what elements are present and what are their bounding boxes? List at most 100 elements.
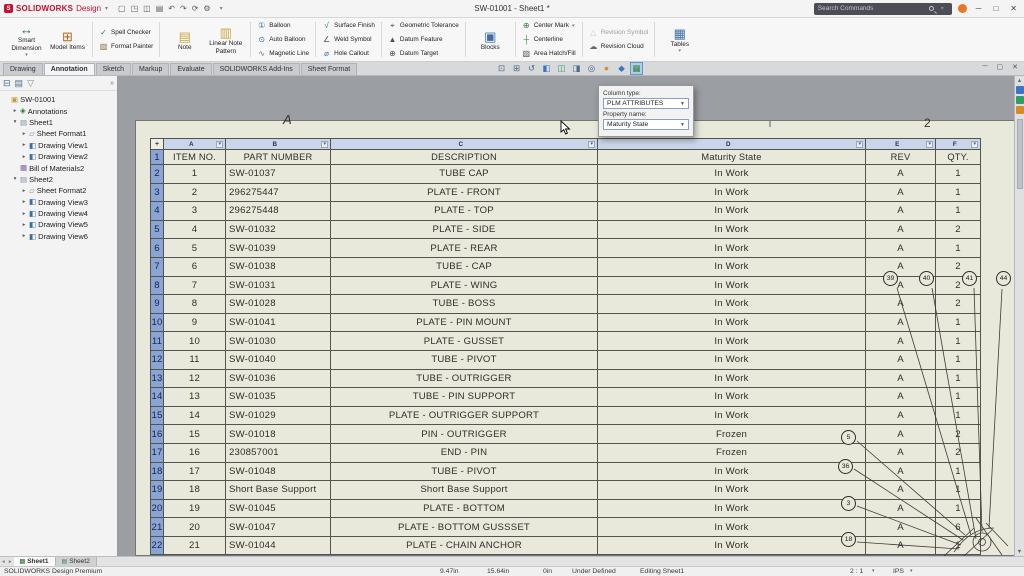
panel-collapse-icon[interactable]: » — [110, 80, 114, 87]
part-number-cell[interactable]: SW-01041 — [226, 314, 331, 333]
scrollbar-thumb[interactable] — [1017, 119, 1023, 189]
part-number-cell[interactable]: SW-01032 — [226, 221, 331, 240]
column-header-f[interactable]: F▾ — [936, 139, 981, 150]
sheet-nav-right-icon[interactable]: ▸ — [7, 559, 14, 565]
property-name-select[interactable]: Maturity State ▼ — [603, 119, 689, 130]
maturity-state-cell[interactable]: In Work — [598, 295, 866, 314]
description-cell[interactable]: TUBE - BOSS — [331, 295, 598, 314]
description-cell[interactable]: TUBE - OUTRIGGER — [331, 370, 598, 389]
qty-cell[interactable]: 1 — [936, 202, 981, 221]
maturity-state-cell[interactable]: In Work — [598, 202, 866, 221]
balloon-3[interactable]: 3 — [841, 496, 856, 511]
item-no-cell[interactable]: 21 — [164, 537, 226, 556]
tree-item-bill-of-materials2[interactable]: ▦Bill of Materials2 — [0, 162, 117, 173]
item-no-cell[interactable]: 8 — [164, 295, 226, 314]
item-no-cell[interactable]: 11 — [164, 351, 226, 370]
rev-cell[interactable]: A — [866, 314, 936, 333]
maturity-state-cell[interactable]: Frozen — [598, 444, 866, 463]
part-number-cell[interactable]: SW-01048 — [226, 463, 331, 482]
rev-cell[interactable]: A — [866, 239, 936, 258]
row-number[interactable]: 11 — [151, 332, 164, 351]
ribbon-button-centerline[interactable]: ┼Centerline — [520, 33, 565, 46]
description-cell[interactable]: PLATE - OUTRIGGER SUPPORT — [331, 407, 598, 426]
expand-arrow-icon[interactable]: ▾ — [12, 119, 18, 125]
ribbon-button-tables[interactable]: ▦Tables▾ — [659, 25, 700, 54]
item-no-cell[interactable]: 6 — [164, 258, 226, 277]
redo-icon[interactable]: ↷ — [180, 5, 187, 13]
qty-cell[interactable]: 2 — [936, 425, 981, 444]
description-cell[interactable]: TUBE - PIVOT — [331, 351, 598, 370]
part-number-cell[interactable]: 296275447 — [226, 184, 331, 203]
maturity-state-cell[interactable]: In Work — [598, 277, 866, 296]
rev-cell[interactable]: A — [866, 407, 936, 426]
part-number-cell[interactable]: SW-01040 — [226, 351, 331, 370]
bom-table[interactable]: +A▾B▾C▾D▾E▾F▾ 1ITEM NO.PART NUMBERDESCRI… — [150, 138, 981, 555]
maturity-state-cell[interactable]: In Work — [598, 388, 866, 407]
balloon-18[interactable]: 18 — [841, 532, 856, 547]
column-type-select[interactable]: PLM ATTRIBUTES ▼ — [603, 98, 689, 109]
ribbon-button-balloon[interactable]: ①Balloon — [255, 19, 292, 32]
item-no-cell[interactable]: 14 — [164, 407, 226, 426]
tab-solidworks-add-ins[interactable]: SOLIDWORKS Add-Ins — [213, 63, 300, 75]
tab-annotation[interactable]: Annotation — [44, 63, 95, 75]
rev-cell[interactable]: A — [866, 537, 936, 556]
part-number-cell[interactable]: SW-01029 — [226, 407, 331, 426]
part-number-cell[interactable]: SW-01031 — [226, 277, 331, 296]
column-header-d[interactable]: D▾ — [598, 139, 866, 150]
tree-item-drawing-view6[interactable]: ▸◧Drawing View6 — [0, 231, 117, 242]
rev-cell[interactable]: A — [866, 184, 936, 203]
row-number[interactable]: 10 — [151, 314, 164, 333]
description-cell[interactable]: TUBE CAP — [331, 165, 598, 184]
maturity-state-cell[interactable]: In Work — [598, 407, 866, 426]
feature-tree-tab-icon[interactable]: ⊟ — [3, 79, 11, 88]
vertical-scrollbar[interactable]: ▲ ▼ — [1014, 76, 1024, 556]
ribbon-button-surface-finish[interactable]: √Surface Finish — [320, 19, 377, 32]
qty-cell[interactable]: 1 — [936, 463, 981, 482]
qty-cell[interactable]: 1 — [936, 500, 981, 519]
rebuild-icon[interactable]: ⟳ — [192, 5, 199, 13]
item-no-cell[interactable]: 7 — [164, 277, 226, 296]
qty-cell[interactable]: 1 — [936, 351, 981, 370]
description-cell[interactable]: PIN - OUTRIGGER — [331, 425, 598, 444]
doc-close-icon[interactable]: ✕ — [1012, 63, 1018, 71]
expand-arrow-icon[interactable]: ▾ — [12, 176, 18, 182]
tab-sheet-format[interactable]: Sheet Format — [301, 63, 357, 75]
display-manager-tab-icon[interactable]: ▤ — [15, 79, 24, 88]
row-number[interactable]: 3 — [151, 184, 164, 203]
part-number-cell[interactable]: 230857001 — [226, 444, 331, 463]
open-file-icon[interactable]: ◳ — [131, 5, 139, 13]
sheet-tab-sheet1[interactable]: ▤Sheet1 — [14, 557, 56, 567]
balloon-39[interactable]: 39 — [883, 271, 898, 286]
row-number[interactable]: 20 — [151, 500, 164, 519]
qty-header[interactable]: QTY. — [936, 150, 981, 165]
ribbon-button-linear-note-pattern[interactable]: ▥Linear Note Pattern — [205, 24, 246, 54]
hide-show-annotations-icon[interactable]: ▦ — [630, 62, 643, 75]
minimize-button[interactable]: ─ — [973, 4, 985, 13]
part-number-cell[interactable]: SW-01030 — [226, 332, 331, 351]
item-no-cell[interactable]: 9 — [164, 314, 226, 333]
rev-cell[interactable]: A — [866, 463, 936, 482]
ribbon-button-spell-checker[interactable]: ✓Spell Checker — [97, 26, 153, 39]
row-number[interactable]: 21 — [151, 518, 164, 537]
ribbon-button-area-hatch-fill[interactable]: ▨Area Hatch/Fill — [520, 47, 578, 60]
tree-item-sheet1[interactable]: ▾▤Sheet1 — [0, 117, 117, 128]
tree-item-sheet2[interactable]: ▾▤Sheet2 — [0, 174, 117, 185]
save-icon[interactable]: ◫ — [143, 5, 151, 13]
item-no-cell[interactable]: 17 — [164, 463, 226, 482]
section-view-icon[interactable]: ◧ — [540, 62, 553, 75]
table-move-handle[interactable]: + — [151, 139, 164, 150]
ribbon-button-smart-dimension[interactable]: ↔Smart Dimension▾ — [6, 21, 47, 57]
rev-header[interactable]: REV — [866, 150, 936, 165]
filter-icon[interactable]: ▽ — [27, 79, 34, 88]
ribbon-button-auto-balloon[interactable]: ⊙Auto Balloon — [255, 33, 307, 46]
part-number-cell[interactable]: SW-01047 — [226, 518, 331, 537]
column-header-c[interactable]: C▾ — [331, 139, 598, 150]
search-icon[interactable] — [929, 6, 934, 11]
part-number-cell[interactable]: SW-01036 — [226, 370, 331, 389]
scroll-down-icon[interactable]: ▼ — [1017, 547, 1022, 556]
balloon-41[interactable]: 41 — [962, 271, 977, 286]
maturity-state-cell[interactable]: In Work — [598, 258, 866, 277]
logo-menu-caret-icon[interactable]: ▾ — [105, 5, 108, 12]
tree-item-drawing-view2[interactable]: ▸◧Drawing View2 — [0, 151, 117, 162]
part-number-cell[interactable]: SW-01038 — [226, 258, 331, 277]
